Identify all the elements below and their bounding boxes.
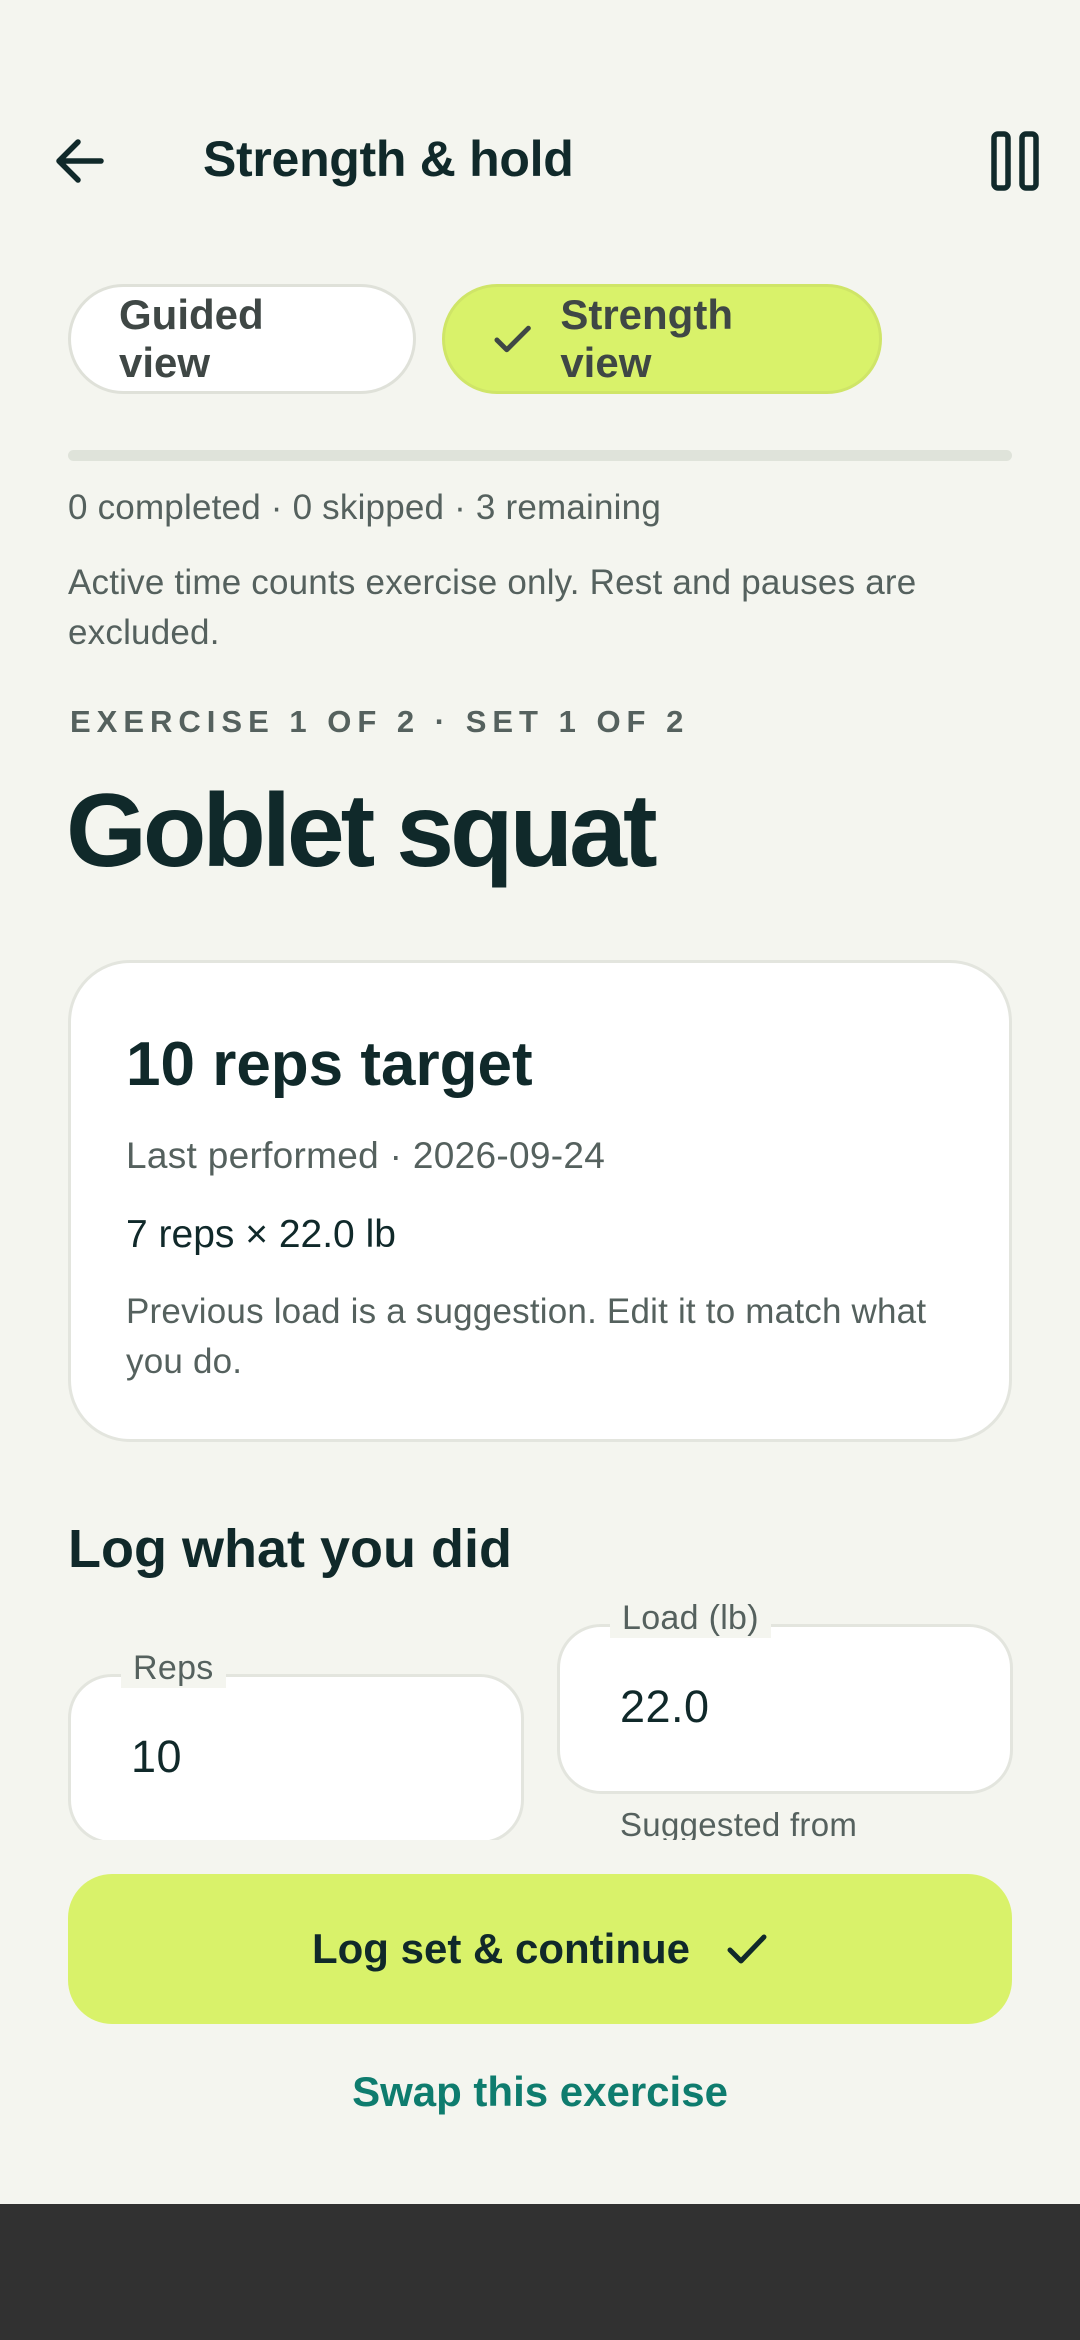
guided-view-chip[interactable]: Guided view bbox=[68, 284, 416, 394]
last-result: 7 reps × 22.0 lb bbox=[126, 1213, 396, 1256]
load-field-label: Load (lb) bbox=[610, 1600, 771, 1638]
load-field[interactable]: Load (lb) 22.0 bbox=[557, 1600, 1013, 1794]
exercise-name: Goblet squat bbox=[66, 773, 658, 889]
check-icon bbox=[727, 1934, 767, 1964]
reps-field-label: Reps bbox=[121, 1649, 226, 1688]
strength-view-chip[interactable]: Strength view bbox=[442, 284, 882, 394]
log-set-label: Log set & continue bbox=[312, 1925, 690, 1972]
arrow-left-icon bbox=[56, 139, 104, 183]
swap-exercise-link[interactable]: Swap this exercise bbox=[0, 2068, 1080, 2116]
exercise-set-counter: EXERCISE 1 OF 2 · SET 1 OF 2 bbox=[70, 704, 690, 739]
check-icon bbox=[494, 325, 531, 353]
last-performed: Last performed · 2026-09-24 bbox=[126, 1135, 606, 1176]
guided-view-label: Guided view bbox=[119, 291, 264, 386]
screen-title: Strength & hold bbox=[203, 131, 574, 187]
log-heading: Log what you did bbox=[68, 1519, 512, 1579]
target-title: 10 reps target bbox=[126, 1030, 533, 1099]
log-fields: Reps 10 Load (lb) 22.0 Suggested from bbox=[0, 1600, 1080, 1840]
strength-view-label: Strength view bbox=[560, 291, 733, 386]
reps-input[interactable]: 10 bbox=[131, 1731, 182, 1783]
pause-button[interactable] bbox=[980, 124, 1050, 198]
load-input[interactable]: 22.0 bbox=[620, 1681, 710, 1733]
active-time-note: Active time counts exercise only. Rest a… bbox=[68, 563, 917, 652]
progress-stats: 0 completed · 0 skipped · 3 remaining bbox=[68, 488, 661, 527]
workout-screen: Strength & hold Guided view Strength vie… bbox=[0, 0, 1080, 2340]
log-set-button[interactable]: Log set & continue bbox=[68, 1874, 1012, 2024]
system-navigation-bar bbox=[0, 2204, 1080, 2340]
pause-icon bbox=[991, 131, 1039, 191]
top-app-bar: Strength & hold bbox=[0, 110, 1080, 206]
view-toggle: Guided view Strength view bbox=[68, 284, 882, 394]
workout-progress-bar bbox=[68, 450, 1012, 461]
suggestion-hint: Previous load is a suggestion. Edit it t… bbox=[126, 1292, 927, 1381]
reps-field[interactable]: Reps 10 bbox=[68, 1649, 524, 1840]
back-button[interactable] bbox=[42, 124, 116, 198]
target-card: 10 reps target Last performed · 2026-09-… bbox=[68, 960, 1012, 1442]
load-helper-text: Suggested from bbox=[620, 1806, 858, 1840]
